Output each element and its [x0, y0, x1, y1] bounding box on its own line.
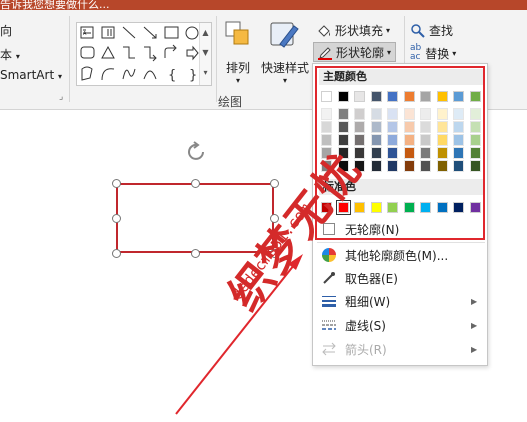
dashes-item[interactable]: 虚线(S) ▶ [317, 314, 485, 336]
gallery-more-icon[interactable]: ▾ [200, 63, 211, 83]
oval-icon [185, 26, 199, 40]
line-weight-icon [322, 296, 336, 307]
eyedropper-icon [323, 272, 335, 284]
tell-me-text[interactable]: 告诉我您想要做什么... [0, 0, 110, 10]
right-brace-icon: } [189, 68, 197, 83]
resize-handle-top[interactable] [191, 179, 200, 188]
eyedropper-item[interactable]: 取色器(E) [317, 267, 485, 289]
shapes-gallery-grid: A { } [80, 26, 199, 83]
shape-fill-button[interactable]: 形状填充 ▾ [316, 22, 390, 39]
arc-icon [101, 68, 115, 81]
resize-handle-top-right[interactable] [270, 179, 279, 188]
arrange-button[interactable]: 排列 ▾ [220, 20, 256, 85]
resize-handle-top-left[interactable] [112, 179, 121, 188]
gallery-scroll[interactable]: ▲ ▼ ▾ [199, 23, 211, 85]
arrows-icon [322, 342, 336, 356]
text-box-icon: A [80, 26, 94, 39]
quick-styles-icon [270, 22, 299, 48]
resize-handle-bottom-left[interactable] [112, 249, 121, 258]
submenu-arrow-icon: ▶ [471, 320, 478, 330]
curved-arrow-icon [164, 44, 177, 58]
diagonal-line-icon [143, 26, 157, 39]
arrows-item: 箭头(R) ▶ [317, 338, 485, 360]
smartart-button[interactable]: SmartArt ▾ [0, 68, 62, 82]
left-brace-icon: { [168, 68, 176, 83]
replace-icon: ab ac [410, 43, 422, 62]
submenu-arrow-icon: ▶ [471, 344, 478, 354]
quick-styles-dropdown-icon: ▾ [282, 76, 287, 85]
replace-button[interactable]: ab ac 替换 ▾ [410, 44, 456, 62]
block-arrow-icon [186, 45, 199, 61]
search-icon [411, 23, 425, 38]
menu-divider [317, 242, 485, 243]
arrange-icon [225, 21, 249, 45]
find-button[interactable]: 查找 [410, 22, 453, 39]
more-outline-colors-item[interactable]: 其他轮廓颜色(M)... [317, 244, 485, 266]
wave-icon [122, 68, 136, 80]
paint-bucket-icon [318, 24, 330, 37]
replace-dropdown-icon: ▾ [452, 48, 457, 58]
svg-text:{: { [168, 68, 176, 83]
shape-outline-dropdown-icon: ▾ [387, 47, 392, 57]
curve-icon [143, 70, 157, 80]
gallery-scroll-up-icon[interactable]: ▲ [200, 23, 211, 43]
arrange-dropdown-icon: ▾ [235, 76, 240, 85]
title-bar: 告诉我您想要做什么... [0, 0, 527, 10]
elbow-arrow-connector-icon [144, 46, 157, 62]
weight-item[interactable]: 粗细(W) ▶ [317, 290, 485, 312]
resize-handle-left[interactable] [112, 214, 121, 223]
color-wheel-icon [322, 248, 336, 262]
submenu-arrow-icon: ▶ [471, 296, 478, 306]
ribbon-separator [216, 16, 217, 102]
dashes-icon [322, 320, 336, 330]
freeform-icon [81, 66, 93, 81]
ribbon-separator [69, 16, 70, 102]
shapes-gallery: A { } ▲ ▼ ▾ [76, 22, 212, 86]
rounded-rectangle-icon [80, 46, 95, 59]
ribbon-left-item-1[interactable]: 本 ▾ [0, 46, 20, 63]
shape-fill-dropdown-icon: ▾ [386, 26, 391, 35]
triangle-icon [101, 45, 115, 59]
vertical-text-box-icon [101, 26, 115, 39]
shape-outline-button[interactable]: 形状轮廓 ▾ [313, 42, 397, 62]
dialog-launcher-icon[interactable]: ⌟ [59, 92, 63, 102]
line-icon [122, 26, 136, 39]
rotate-handle-icon[interactable] [185, 140, 209, 164]
pen-icon [318, 47, 332, 60]
rectangle-icon [164, 26, 179, 39]
elbow-connector-icon [123, 46, 135, 59]
svg-text:}: } [189, 68, 197, 83]
ribbon-left-item-0[interactable]: 向 [0, 22, 12, 39]
gallery-scroll-down-icon[interactable]: ▼ [200, 43, 211, 63]
svg-text:A: A [83, 31, 87, 37]
quick-styles-button[interactable]: 快速样式 ▾ [260, 20, 310, 85]
drawing-group-label: 绘图 [218, 95, 243, 109]
